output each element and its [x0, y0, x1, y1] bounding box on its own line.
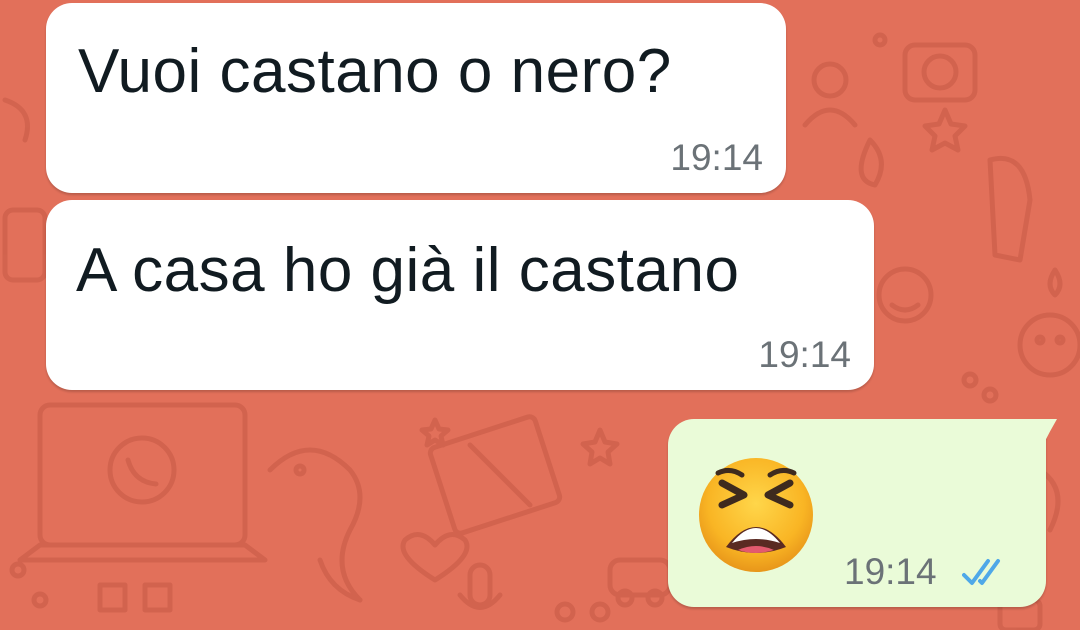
message-timestamp: 19:14 [758, 334, 851, 375]
message-timestamp: 19:14 [844, 551, 937, 592]
incoming-message-bubble[interactable]: Vuoi castano o nero? 19:14 [46, 3, 786, 193]
read-double-check-icon [962, 559, 1000, 585]
message-text: A casa ho già il castano [76, 236, 740, 305]
message-timestamp: 19:14 [670, 137, 763, 178]
message-text: Vuoi castano o nero? [78, 37, 672, 106]
incoming-message-bubble[interactable]: A casa ho già il castano 19:14 [46, 200, 874, 390]
tired-face-emoji [699, 458, 813, 572]
outgoing-message-bubble[interactable]: 19:14 [668, 419, 1046, 607]
outgoing-bubble-tail [1044, 419, 1057, 443]
